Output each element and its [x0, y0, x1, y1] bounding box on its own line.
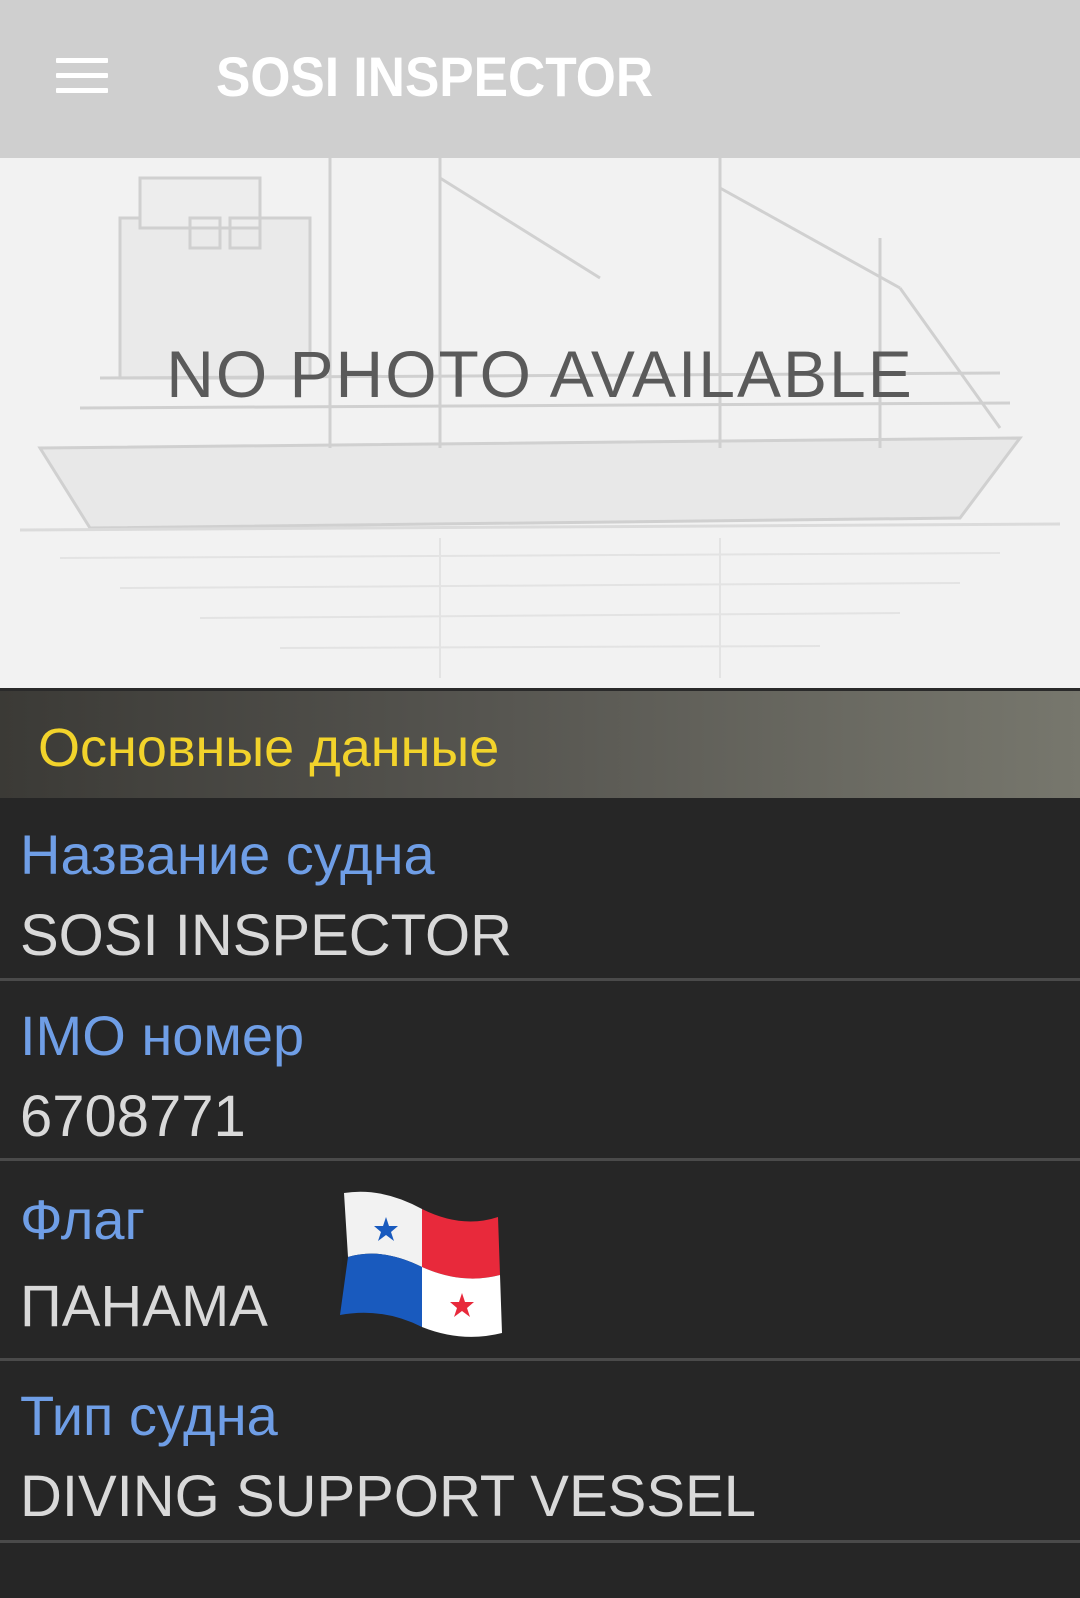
flag-label: Флаг	[20, 1188, 145, 1251]
field-vessel-name: Название судна SOSI INSPECTOR	[0, 798, 1080, 981]
field-vessel-type: Тип судна DIVING SUPPORT VESSEL	[0, 1361, 1080, 1543]
ship-sketch-image	[19, 158, 1061, 678]
panama-flag-icon	[340, 1191, 502, 1337]
app-title: SOSI INSPECTOR	[216, 45, 654, 108]
imo-label: IMO номер	[20, 1004, 305, 1067]
hamburger-menu-icon[interactable]	[52, 52, 112, 100]
vessel-type-value: DIVING SUPPORT VESSEL	[20, 1464, 756, 1529]
imo-value: 6708771	[20, 1084, 246, 1149]
field-imo-number: IMO номер 6708771	[0, 981, 1080, 1161]
app-bar: SOSI INSPECTOR	[0, 0, 1080, 158]
vessel-photo-placeholder: NO PHOTO AVAILABLE	[0, 158, 1080, 688]
vessel-type-label: Тип судна	[20, 1384, 278, 1447]
no-photo-label: NO PHOTO AVAILABLE	[166, 337, 914, 411]
section-title: Основные данные	[38, 718, 500, 778]
field-flag: Флаг ПАНАМА	[0, 1161, 1080, 1361]
vessel-name-label: Название судна	[20, 823, 435, 886]
vessel-name-value: SOSI INSPECTOR	[20, 903, 513, 968]
flag-value: ПАНАМА	[20, 1274, 268, 1339]
section-header: Основные данные	[0, 688, 1080, 798]
